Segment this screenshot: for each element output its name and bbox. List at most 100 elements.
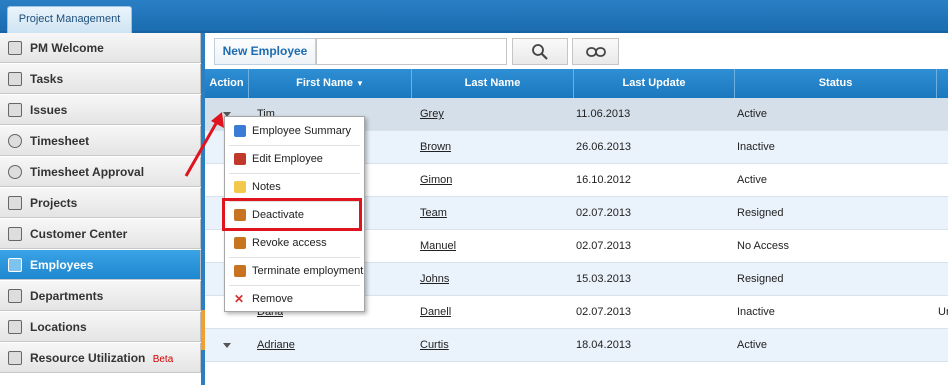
sidebar-item-projects[interactable]: Projects bbox=[0, 188, 201, 218]
sidebar-item-label: Customer Center bbox=[30, 227, 128, 241]
user-lock-icon bbox=[234, 265, 246, 277]
column-header-last-update[interactable]: Last Update bbox=[574, 69, 735, 98]
annotation-arrow-icon bbox=[184, 112, 224, 177]
last-name-link[interactable]: Johns bbox=[420, 263, 449, 296]
remove-x-icon: ✕ bbox=[234, 292, 245, 306]
menu-item-label: Notes bbox=[252, 181, 281, 193]
last-update-cell: 02.07.2013 bbox=[576, 240, 632, 252]
grid-header: Action First Name ▼ Last Name Last Update… bbox=[205, 69, 948, 98]
link-icon bbox=[585, 46, 606, 57]
sidebar-item-pm-welcome[interactable]: PM Welcome bbox=[0, 33, 201, 63]
menu-item-employee-summary[interactable]: Employee Summary bbox=[225, 117, 364, 145]
column-header-first-name[interactable]: First Name ▼ bbox=[249, 69, 412, 98]
sidebar-item-label: Timesheet Approval bbox=[30, 165, 145, 179]
last-name-link[interactable]: Gimon bbox=[420, 164, 452, 197]
first-name-cell[interactable]: Adriane bbox=[257, 329, 295, 362]
menu-item-revoke-access[interactable]: Revoke access bbox=[225, 229, 364, 257]
status-cell: Inactive bbox=[737, 141, 775, 153]
last-update-cell: 11.06.2013 bbox=[576, 108, 631, 120]
customer-icon bbox=[8, 227, 22, 241]
folder-icon bbox=[8, 196, 22, 210]
menu-item-remove[interactable]: ✕ Remove bbox=[225, 285, 364, 313]
sidebar-item-label: Tasks bbox=[30, 72, 64, 86]
sort-desc-icon: ▼ bbox=[355, 79, 364, 88]
sidebar: PM Welcome Tasks Issues Timesheet Timesh… bbox=[0, 33, 201, 385]
status-cell: Active bbox=[737, 174, 767, 186]
sidebar-item-employees[interactable]: Employees bbox=[0, 250, 201, 280]
column-header-action: Action bbox=[205, 69, 249, 98]
sidebar-item-locations[interactable]: Locations bbox=[0, 312, 201, 342]
sidebar-item-label: Locations bbox=[30, 320, 87, 334]
search-button[interactable] bbox=[512, 38, 568, 65]
sidebar-item-label: Departments bbox=[30, 289, 104, 303]
sidebar-item-tasks[interactable]: Tasks bbox=[0, 64, 201, 94]
flag-icon bbox=[8, 320, 22, 334]
status-cell: Resigned bbox=[737, 273, 784, 285]
table-row[interactable]: Adriane Curtis 18.04.2013 Active bbox=[205, 329, 948, 362]
status-cell: No Access bbox=[737, 240, 789, 252]
truncated-cell: Ur bbox=[938, 306, 948, 318]
toolbar: New Employee bbox=[209, 36, 948, 68]
menu-item-label: Remove bbox=[252, 293, 293, 305]
sidebar-item-resource-utilization[interactable]: Resource Utilization Beta bbox=[0, 343, 201, 373]
last-update-cell: 18.04.2013 bbox=[576, 339, 632, 351]
last-name-link[interactable]: Brown bbox=[420, 131, 451, 164]
dashboard-icon bbox=[8, 41, 22, 55]
cube-icon bbox=[8, 289, 22, 303]
check-circle-icon bbox=[8, 165, 22, 179]
status-cell: Active bbox=[737, 108, 767, 120]
column-header-status[interactable]: Status bbox=[735, 69, 937, 98]
sidebar-item-label: PM Welcome bbox=[30, 41, 104, 55]
tab-project-management[interactable]: Project Management bbox=[7, 6, 132, 33]
clock-icon bbox=[8, 134, 22, 148]
status-cell: Active bbox=[737, 339, 767, 351]
beta-badge: Beta bbox=[152, 354, 174, 365]
new-employee-button[interactable]: New Employee bbox=[214, 38, 316, 65]
last-update-cell: 26.06.2013 bbox=[576, 141, 632, 153]
sidebar-item-timesheet-approval[interactable]: Timesheet Approval bbox=[0, 157, 201, 187]
last-name-link[interactable]: Curtis bbox=[420, 329, 449, 362]
last-update-cell: 02.07.2013 bbox=[576, 306, 632, 318]
menu-item-label: Revoke access bbox=[252, 237, 327, 249]
sidebar-item-label: Timesheet bbox=[30, 134, 90, 148]
menu-item-label: Terminate employment bbox=[252, 265, 364, 277]
reset-button[interactable] bbox=[572, 38, 619, 65]
row-action-caret-icon[interactable] bbox=[223, 343, 231, 348]
menu-item-label: Edit Employee bbox=[252, 153, 323, 165]
tasks-icon bbox=[8, 72, 22, 86]
employees-icon bbox=[8, 258, 22, 272]
last-name-link[interactable]: Team bbox=[420, 197, 447, 230]
last-name-link[interactable]: Manuel bbox=[420, 230, 456, 263]
sidebar-item-label: Issues bbox=[30, 103, 68, 117]
menu-item-terminate-employment[interactable]: Terminate employment bbox=[225, 257, 364, 285]
resource-icon bbox=[8, 351, 22, 365]
summary-icon bbox=[234, 125, 246, 137]
sidebar-item-issues[interactable]: Issues bbox=[0, 95, 201, 125]
last-update-cell: 15.03.2013 bbox=[576, 273, 632, 285]
last-update-cell: 02.07.2013 bbox=[576, 207, 632, 219]
issues-icon bbox=[8, 103, 22, 117]
user-lock-icon bbox=[234, 237, 246, 249]
column-header-label: First Name bbox=[296, 77, 353, 89]
last-name-link[interactable]: Danell bbox=[420, 296, 451, 329]
column-header-last-name[interactable]: Last Name bbox=[412, 69, 574, 98]
status-cell: Resigned bbox=[737, 207, 784, 219]
edit-chart-icon bbox=[234, 153, 246, 165]
menu-item-label: Employee Summary bbox=[252, 125, 352, 137]
search-input[interactable] bbox=[316, 38, 507, 65]
last-name-link[interactable]: Grey bbox=[420, 98, 444, 131]
sidebar-item-label: Projects bbox=[30, 196, 78, 210]
sidebar-item-departments[interactable]: Departments bbox=[0, 281, 201, 311]
top-tab-bar: Project Management bbox=[0, 0, 948, 33]
menu-item-notes[interactable]: Notes bbox=[225, 173, 364, 201]
menu-item-edit-employee[interactable]: Edit Employee bbox=[225, 145, 364, 173]
status-cell: Inactive bbox=[737, 306, 775, 318]
sidebar-item-timesheet[interactable]: Timesheet bbox=[0, 126, 201, 156]
sidebar-item-label: Resource Utilization bbox=[30, 351, 146, 365]
magnifier-icon bbox=[532, 43, 548, 60]
notes-icon bbox=[234, 181, 246, 193]
sidebar-item-customer-center[interactable]: Customer Center bbox=[0, 219, 201, 249]
deactivate-highlight-box bbox=[222, 198, 362, 231]
sidebar-item-label: Employees bbox=[30, 258, 94, 272]
last-update-cell: 16.10.2012 bbox=[576, 174, 632, 186]
